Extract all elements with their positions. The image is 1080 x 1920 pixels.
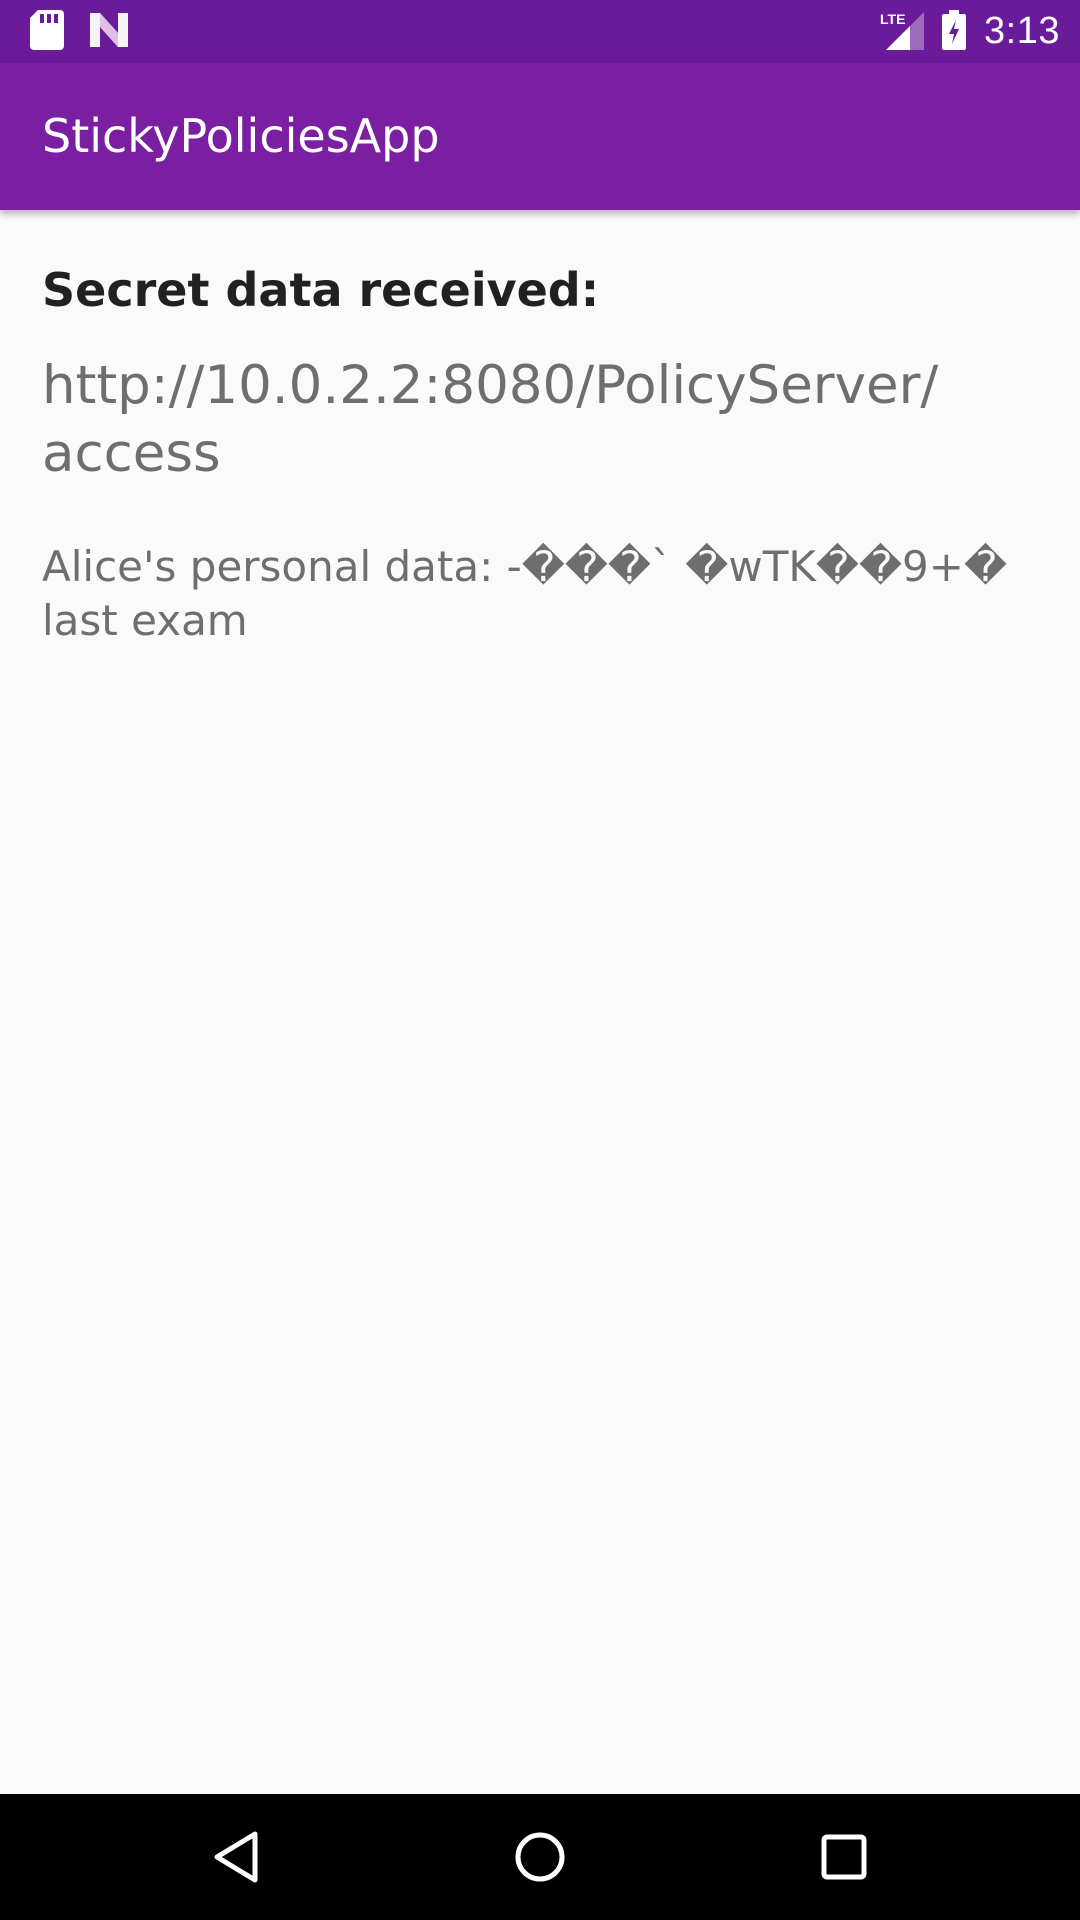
recents-button[interactable] (804, 1817, 884, 1897)
n-notification-icon (90, 13, 130, 51)
status-time: 3:13 (984, 10, 1060, 52)
main-content: Secret data received: http://10.0.2.2:80… (42, 210, 1042, 648)
lte-label: LTE (880, 11, 905, 27)
secret-data-heading: Secret data received: (42, 263, 600, 317)
policy-server-url: http://10.0.2.2:8080/PolicyServer/access (42, 355, 939, 484)
app-bar: StickyPoliciesApp (0, 63, 1080, 210)
personal-data-text: Alice's personal data: -���` �wTK��9+� l… (42, 542, 1008, 645)
lte-signal-icon: LTE (880, 10, 925, 54)
battery-charging-icon (942, 9, 967, 54)
app-screen: LTE 3:13 StickyPoliciesApp Secret data r… (0, 0, 1080, 1920)
home-icon (515, 1832, 565, 1882)
app-title: StickyPoliciesApp (42, 109, 440, 163)
status-right-icons: LTE 3:13 (880, 0, 1060, 63)
recents-icon (821, 1834, 867, 1880)
status-bar: LTE 3:13 (0, 0, 1080, 63)
navigation-bar (0, 1794, 1080, 1920)
home-button[interactable] (500, 1817, 580, 1897)
sd-card-icon (30, 10, 64, 54)
status-left-icons (30, 10, 130, 54)
back-icon (214, 1831, 258, 1883)
back-button[interactable] (196, 1817, 276, 1897)
